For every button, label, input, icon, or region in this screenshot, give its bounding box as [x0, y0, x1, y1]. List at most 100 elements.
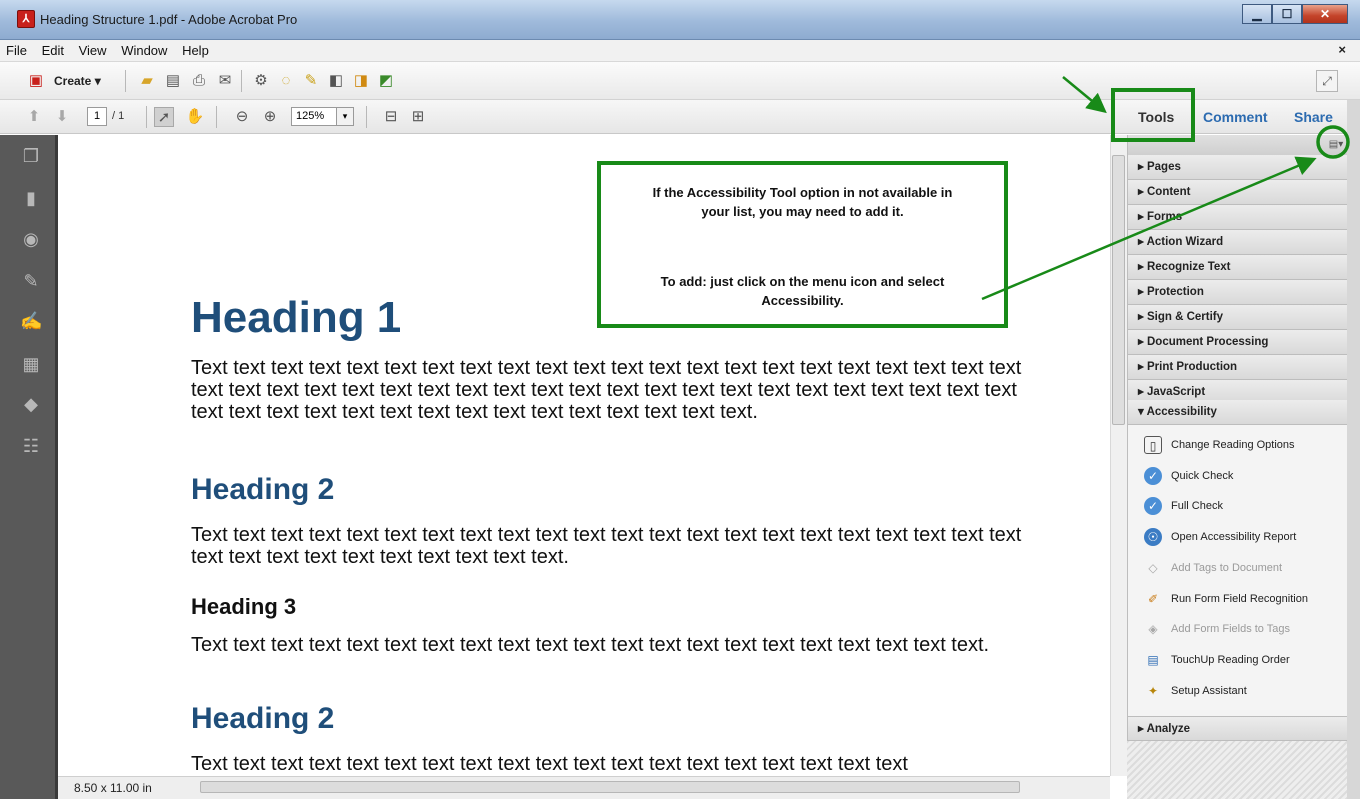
- section-content[interactable]: ▸ Content: [1128, 180, 1348, 205]
- highlight-icon[interactable]: ✎: [301, 71, 321, 91]
- collapsed-arrow-icon: ▸: [1138, 236, 1144, 248]
- toolbar-divider: [366, 106, 367, 128]
- horizontal-scroll-thumb[interactable]: [200, 781, 1020, 793]
- section-pages[interactable]: ▸ Pages: [1128, 155, 1348, 180]
- section-sign-certify[interactable]: ▸ Sign & Certify: [1128, 305, 1348, 330]
- fit-width-icon[interactable]: ⊟: [381, 107, 401, 127]
- section-label: Accessibility: [1146, 406, 1217, 418]
- next-page-icon[interactable]: ⬇: [52, 107, 72, 127]
- open-accessibility-report-item[interactable]: ☉ Open Accessibility Report: [1144, 527, 1296, 547]
- heading-2-second: Heading 2: [191, 702, 335, 735]
- section-forms[interactable]: ▸ Forms: [1128, 205, 1348, 230]
- vertical-scroll-thumb[interactable]: [1112, 155, 1125, 425]
- zoom-input[interactable]: 125%: [291, 107, 337, 126]
- minimize-button[interactable]: ▁: [1242, 4, 1272, 24]
- document-icon[interactable]: ◧: [326, 71, 346, 91]
- item-label: Add Form Fields to Tags: [1171, 623, 1291, 635]
- item-label: Run Form Field Recognition: [1171, 593, 1308, 605]
- section-label: Pages: [1146, 161, 1181, 173]
- tag-icon: ◇: [1148, 561, 1158, 576]
- signature-pen-icon[interactable]: ✍: [20, 310, 42, 332]
- menu-file[interactable]: File: [0, 40, 32, 58]
- check-badge-icon: ✓: [1144, 467, 1162, 486]
- menu-view[interactable]: View: [73, 40, 112, 58]
- run-form-field-recognition-item[interactable]: ✐ Run Form Field Recognition: [1144, 589, 1308, 609]
- section-print-production[interactable]: ▸ Print Production: [1128, 355, 1348, 380]
- section-analyze[interactable]: ▸ Analyze: [1128, 716, 1348, 741]
- page-number-input[interactable]: 1: [87, 107, 107, 126]
- menu-window[interactable]: Window: [115, 40, 172, 58]
- section-accessibility[interactable]: ▾ Accessibility: [1128, 400, 1348, 425]
- add-form-fields-to-tags-item[interactable]: ◈ Add Form Fields to Tags: [1144, 619, 1290, 639]
- item-label: Open Accessibility Report: [1171, 531, 1297, 543]
- select-tool-icon[interactable]: ➚: [154, 107, 174, 127]
- signatures-icon[interactable]: ◉: [20, 228, 42, 250]
- add-tags-to-document-item[interactable]: ◇ Add Tags to Document: [1144, 558, 1282, 578]
- tab-comment[interactable]: Comment: [1203, 109, 1268, 125]
- section-document-processing[interactable]: ▸ Document Processing: [1128, 330, 1348, 355]
- comment-bubble-icon[interactable]: ◌: [276, 71, 296, 91]
- pane-menu-icon[interactable]: ▤▾: [1327, 138, 1345, 152]
- settings-gear-icon[interactable]: ⚙: [251, 71, 271, 91]
- zoom-dropdown-icon[interactable]: ▾: [336, 107, 354, 126]
- item-label: Full Check: [1171, 500, 1223, 512]
- collapsed-arrow-icon: ▸: [1138, 386, 1144, 398]
- section-recognize-text[interactable]: ▸ Recognize Text: [1128, 255, 1348, 280]
- menu-edit[interactable]: Edit: [36, 40, 69, 58]
- tools-pane-header: ▤▾: [1128, 135, 1348, 155]
- change-reading-options-item[interactable]: ▯ Change Reading Options: [1144, 435, 1295, 455]
- tab-tools[interactable]: Tools: [1138, 109, 1174, 125]
- touchup-reading-order-item[interactable]: ▤ TouchUp Reading Order: [1144, 650, 1290, 670]
- section-action-wizard[interactable]: ▸ Action Wizard: [1128, 230, 1348, 255]
- acrobat-logo-icon: ⅄: [17, 10, 35, 28]
- instruction-callout: If the Accessibility Tool option in not …: [597, 161, 1008, 328]
- section-label: Content: [1146, 186, 1191, 198]
- report-icon: ☉: [1144, 528, 1162, 547]
- order-icon[interactable]: ☷: [20, 435, 42, 457]
- section-label: Recognize Text: [1146, 261, 1231, 273]
- main-toolbar: ▣ Create ▾ ▰ ▤ ⎙ ✉ ⚙ ◌ ✎ ◧ ◨ ◩ ⤢: [0, 62, 1360, 100]
- document-share-icon[interactable]: ◩: [376, 71, 396, 91]
- quick-check-item[interactable]: ✓ Quick Check: [1144, 466, 1233, 486]
- collapsed-arrow-icon: ▸: [1138, 211, 1144, 223]
- layers-icon[interactable]: ▦: [20, 353, 42, 375]
- item-label: TouchUp Reading Order: [1171, 654, 1290, 666]
- accessibility-tools-list: ▯ Change Reading Options ✓ Quick Check ✓ Fu…: [1128, 425, 1348, 723]
- create-icon[interactable]: ▣: [26, 71, 46, 91]
- maximize-button[interactable]: ☐: [1272, 4, 1302, 24]
- bookmarks-icon[interactable]: ▮: [20, 187, 42, 209]
- window-right-edge: [1347, 100, 1360, 799]
- expand-icon[interactable]: ⤢: [1316, 70, 1338, 92]
- section-protection[interactable]: ▸ Protection: [1128, 280, 1348, 305]
- zoom-in-icon[interactable]: ⊕: [260, 107, 280, 127]
- create-button[interactable]: Create ▾: [54, 74, 101, 88]
- section-label: Forms: [1146, 211, 1183, 223]
- tab-share[interactable]: Share: [1294, 109, 1333, 125]
- print-icon[interactable]: ⎙: [189, 71, 209, 91]
- email-icon[interactable]: ✉: [215, 71, 235, 91]
- page-thumbnails-icon[interactable]: ❐: [20, 145, 42, 167]
- hand-tool-icon[interactable]: ✋: [185, 107, 205, 127]
- attachments-icon[interactable]: ✎: [20, 270, 42, 292]
- setup-assistant-item[interactable]: ✦ Setup Assistant: [1144, 681, 1247, 701]
- section-label: Print Production: [1146, 361, 1238, 373]
- toolbar-divider: [146, 106, 147, 128]
- document-export-icon[interactable]: ◨: [351, 71, 371, 91]
- save-icon[interactable]: ▤: [163, 71, 183, 91]
- fit-page-icon[interactable]: ⊞: [408, 107, 428, 127]
- tag-icon: ◈: [1148, 622, 1158, 637]
- section-label: Action Wizard: [1146, 236, 1224, 248]
- menu-help[interactable]: Help: [176, 40, 214, 58]
- zoom-out-icon[interactable]: ⊖: [232, 107, 252, 127]
- previous-page-icon[interactable]: ⬆: [24, 107, 44, 127]
- close-document-button[interactable]: ×: [1338, 42, 1346, 57]
- collapsed-arrow-icon: ▸: [1138, 723, 1144, 735]
- collapsed-arrow-icon: ▸: [1138, 186, 1144, 198]
- close-window-button[interactable]: ✕: [1302, 4, 1348, 24]
- book-icon: ▯: [1144, 436, 1162, 455]
- item-label: Setup Assistant: [1171, 685, 1247, 697]
- tools-pane: ▤▾ ▸ Pages ▸ Content ▸ Forms ▸ Action Wi…: [1127, 135, 1348, 799]
- tags-icon[interactable]: ◆: [20, 393, 42, 415]
- full-check-item[interactable]: ✓ Full Check: [1144, 496, 1223, 516]
- open-folder-icon[interactable]: ▰: [137, 71, 157, 91]
